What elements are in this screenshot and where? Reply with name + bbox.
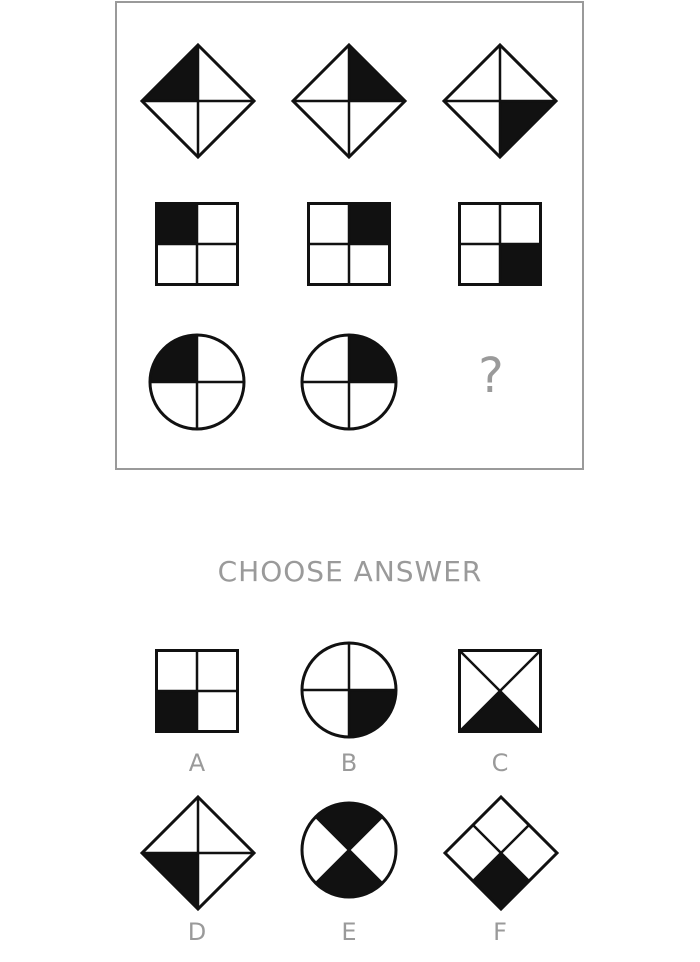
option-d-diamond-shape xyxy=(139,794,257,912)
puzzle-circle-top-right-filled xyxy=(300,333,398,431)
option-d[interactable]: D xyxy=(137,794,257,960)
missing-cell-question-mark: ? xyxy=(478,348,504,404)
option-e[interactable]: E xyxy=(289,801,409,960)
puzzle-square-top-left-filled xyxy=(155,202,239,286)
option-b[interactable]: B xyxy=(289,641,409,787)
option-a-letter: A xyxy=(188,749,206,777)
puzzle-square-bottom-right-filled xyxy=(458,202,542,286)
option-c-letter: C xyxy=(491,749,509,777)
puzzle-square-top-right-filled xyxy=(307,202,391,286)
option-e-circle-x-shape xyxy=(300,801,398,899)
puzzle-circle-top-left-filled xyxy=(148,333,246,431)
option-f[interactable]: F xyxy=(440,794,560,960)
option-b-letter: B xyxy=(340,749,358,777)
puzzle-diamond-top-right-filled xyxy=(290,42,408,160)
option-a[interactable]: A xyxy=(137,647,257,787)
puzzle-diamond-top-left-filled xyxy=(139,42,257,160)
option-f-diamond-grid-shape xyxy=(442,794,560,912)
choose-answer-heading: CHOOSE ANSWER xyxy=(217,555,483,588)
option-e-letter: E xyxy=(341,918,357,946)
option-b-circle-shape xyxy=(300,641,398,739)
puzzle-diamond-bottom-right-filled xyxy=(441,42,559,160)
option-a-square-shape xyxy=(155,649,239,733)
option-f-letter: F xyxy=(493,918,507,946)
option-c-square-x-shape xyxy=(458,649,542,733)
option-d-letter: D xyxy=(187,918,207,946)
option-c[interactable]: C xyxy=(440,647,560,787)
